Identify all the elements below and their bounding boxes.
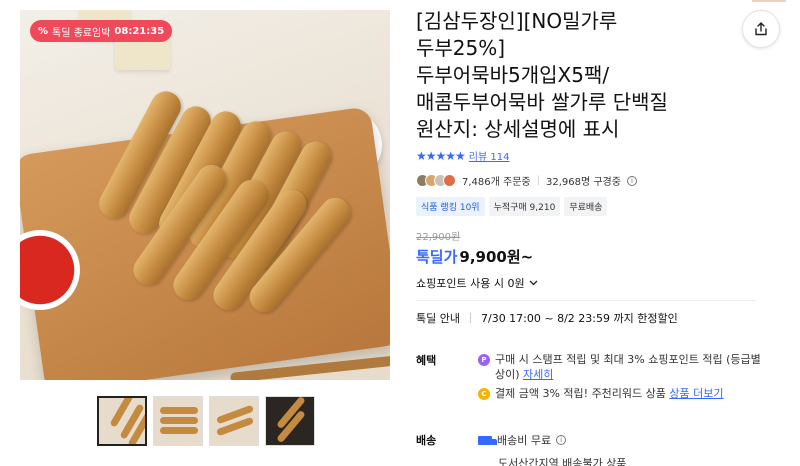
deal-badge-label: 톡딜 종료임박 [52, 27, 111, 39]
review-link[interactable]: 리뷰 114 [469, 148, 510, 163]
deal-info-row: 톡딜 안내 7/30 17:00 ~ 8/2 23:59 까지 한정할인 [416, 310, 756, 326]
info-icon[interactable]: i [556, 435, 567, 445]
deal-info-label: 톡딜 안내 [416, 312, 460, 325]
benefit-text: 결제 금액 3% 적립! 주천리워드 상품 [495, 387, 666, 400]
order-count: 7,486개 주문중 [462, 177, 531, 188]
shipping-fee: 배송비 무료 [497, 434, 552, 447]
details-link[interactable]: 자세히 [523, 368, 553, 381]
benefit-list: P 구매 시 스탬프 적립 및 최대 3% 쇼핑포인트 적립 (등급별 상이) … [478, 352, 768, 405]
viewer-count: 32,968명 구경중 [545, 177, 621, 188]
thumbnail-4[interactable] [265, 396, 315, 446]
chevron-down-icon [529, 280, 538, 286]
shipping-fee-row: 배송비 무료 i [478, 432, 768, 448]
deal-countdown-badge: % 톡딜 종료임박 08:21:35 [30, 20, 173, 42]
benefit-item: C 결제 금액 3% 적립! 주천리워드 상품 상품 더보기 [478, 386, 768, 401]
title-line: 두부어묵바5개입X5팩/ [416, 63, 610, 87]
tag-list: 식품 랭킹 10위 누적구매 9,210 무료배송 [416, 197, 756, 216]
info-icon[interactable]: i [626, 175, 637, 186]
product-info: [김삼두장인][NO밀가루 두부25%] 두부어묵바5개입X5팩/ 매콤두부어묵… [416, 8, 756, 326]
shipping-detail: 배송비 무료 i 도서산간지역 배송불가 상품 [478, 432, 768, 466]
deal-info-period: 7/30 17:00 ~ 8/2 23:59 까지 한정할인 [480, 312, 678, 325]
deal-label: 톡딜가 [416, 248, 458, 266]
shipping-label: 배송 [416, 434, 437, 447]
original-price: 22,900원 [416, 232, 461, 243]
share-icon [755, 22, 767, 36]
title-line: 원산지: 상세설명에 표시 [416, 117, 620, 141]
benefits-label: 혜택 [416, 354, 437, 367]
main-product-image [20, 10, 390, 380]
title-line: 두부25%] [416, 36, 506, 60]
stats-row: 7,486개 주문중 | 32,968명 구경중 i [416, 173, 756, 188]
price-row: 톡딜가 9,900원~ [416, 246, 756, 267]
thumbnail-1[interactable] [97, 396, 147, 446]
review-label: 리뷰 [468, 152, 488, 163]
review-count: 114 [490, 152, 510, 163]
thumbnail-2[interactable] [153, 396, 203, 446]
point-coin-icon: P [478, 354, 490, 366]
rating-row: ★★★★★ 리뷰 114 [416, 148, 756, 164]
truck-icon [478, 435, 497, 445]
ranking-tag[interactable]: 식품 랭킹 10위 [416, 197, 485, 216]
thumbnail-3[interactable] [209, 396, 259, 446]
free-shipping-tag: 무료배송 [564, 197, 608, 216]
divider [416, 300, 756, 301]
deal-countdown: 08:21:35 [114, 25, 165, 37]
avatar [443, 174, 456, 187]
percent-icon: % [38, 25, 49, 37]
title-line: 매콤두부어묵바 쌀가루 단백질 [416, 90, 668, 114]
thumbnail-strip [97, 396, 315, 446]
share-button[interactable] [742, 10, 780, 48]
cumulative-purchase-tag: 누적구매 9,210 [488, 197, 561, 216]
divider [469, 313, 471, 323]
cash-coin-icon: C [478, 388, 490, 400]
points-dropdown[interactable]: 쇼핑포인트 사용 시 0원 [416, 275, 756, 291]
star-icon: ★★★★★ [416, 148, 466, 163]
buyer-avatars [416, 174, 456, 187]
corner-accent [752, 0, 786, 2]
points-text: 쇼핑포인트 사용 시 0원 [416, 277, 525, 290]
benefit-item: P 구매 시 스탬프 적립 및 최대 3% 쇼핑포인트 적립 (등급별 상이) … [478, 352, 768, 382]
divider: | [536, 175, 540, 186]
deal-price: 9,900원~ [459, 248, 534, 266]
product-title: [김삼두장인][NO밀가루 두부25%] 두부어묵바5개입X5팩/ 매콤두부어묵… [416, 8, 756, 143]
shipping-note: 도서산간지역 배송불가 상품 [498, 457, 627, 466]
more-products-link[interactable]: 상품 더보기 [669, 387, 723, 400]
title-line: [김삼두장인][NO밀가루 [416, 9, 618, 33]
